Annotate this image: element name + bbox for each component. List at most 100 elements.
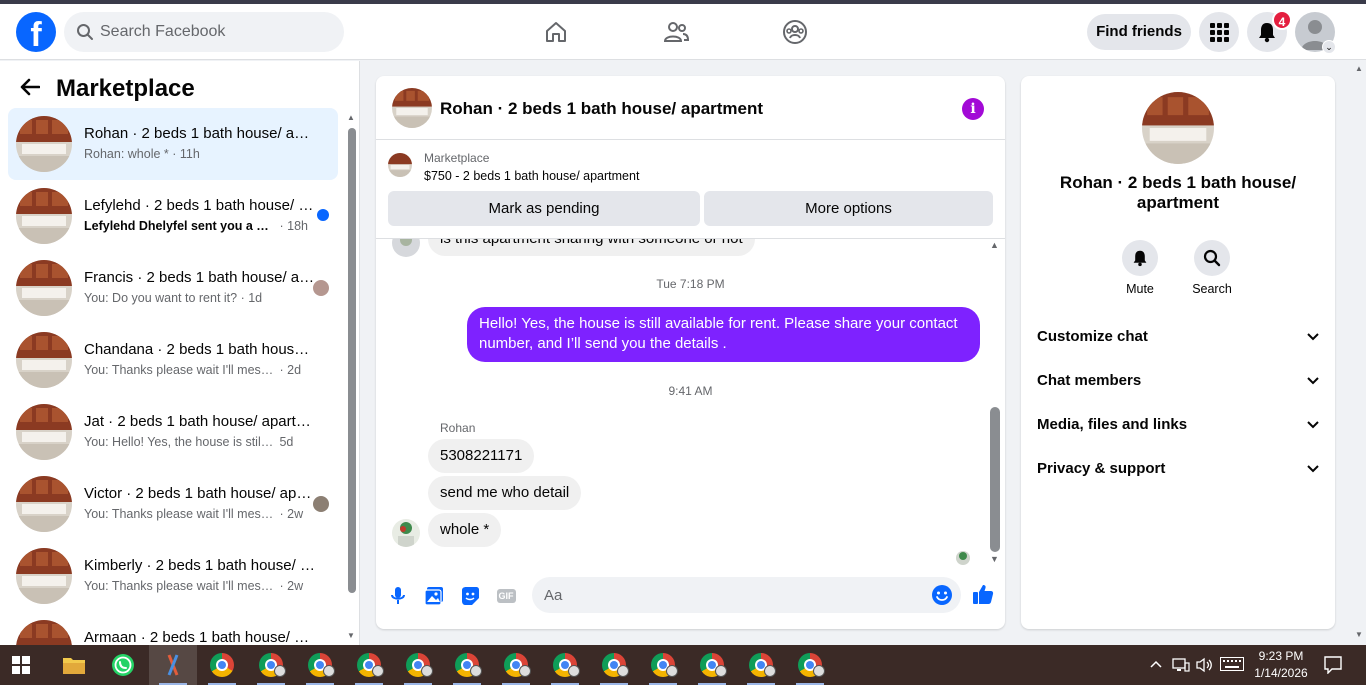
media-files-links-section[interactable]: Media, files and links: [1037, 409, 1319, 441]
incoming-message[interactable]: is this apartment sharing with someone o…: [428, 239, 755, 256]
mark-as-pending-button[interactable]: Mark as pending: [388, 191, 700, 226]
notification-center-icon[interactable]: [1324, 656, 1342, 685]
chrome-icon[interactable]: [639, 645, 687, 685]
conversation-preview: Lefylehd Dhelyfel sent you a message: [84, 219, 276, 233]
photo-icon[interactable]: [422, 584, 446, 608]
listing-thumbnail: [16, 260, 72, 316]
scroll-up-arrow-icon[interactable]: ▲: [347, 113, 355, 122]
emoji-icon[interactable]: [931, 584, 953, 611]
scroll-down-arrow-icon[interactable]: ▼: [990, 554, 999, 564]
info-icon[interactable]: i: [962, 98, 984, 120]
account-chevron-icon[interactable]: ⌄: [1322, 40, 1336, 54]
sticker-icon[interactable]: [458, 584, 482, 608]
conversation-item[interactable]: Jat · 2 beds 1 bath house/ apartment You…: [8, 396, 338, 468]
section-label: Privacy & support: [1037, 460, 1166, 477]
listing-thumbnail: [16, 188, 72, 244]
file-explorer-icon[interactable]: [50, 645, 98, 685]
scroll-up-arrow-icon[interactable]: ▲: [1355, 64, 1363, 73]
chrome-icon[interactable]: [296, 645, 344, 685]
clock-time: 9:23 PM: [1258, 649, 1304, 663]
scroll-down-arrow-icon[interactable]: ▼: [347, 631, 355, 640]
gif-label: GIF: [496, 589, 516, 603]
conversation-name: Jat · 2 beds 1 bath house/ apartment: [84, 413, 316, 430]
conversation-name: Lefylehd · 2 beds 1 bath house/ apartmen…: [84, 197, 316, 214]
network-icon[interactable]: [1172, 657, 1190, 685]
privacy-support-section[interactable]: Privacy & support: [1037, 453, 1319, 485]
menu-grid-button[interactable]: [1199, 12, 1239, 52]
conversation-time: · 18h: [279, 219, 308, 233]
chat-title[interactable]: Rohan · 2 beds 1 bath house/ apartment: [440, 99, 763, 119]
groups-icon[interactable]: [779, 16, 811, 48]
chrome-icon[interactable]: [590, 645, 638, 685]
facebook-logo[interactable]: f: [16, 12, 56, 52]
customize-chat-section[interactable]: Customize chat: [1037, 321, 1319, 353]
scroll-down-arrow-icon[interactable]: ▼: [1355, 630, 1363, 639]
message-input-box[interactable]: [532, 577, 961, 613]
volume-icon[interactable]: [1196, 657, 1214, 685]
incoming-message[interactable]: whole *: [428, 513, 502, 547]
chat-scrollbar[interactable]: [990, 407, 1000, 552]
microphone-icon[interactable]: [386, 584, 410, 608]
listing-price[interactable]: $750 - 2 beds 1 bath house/ apartment: [424, 169, 639, 183]
chrome-icon[interactable]: [247, 645, 295, 685]
incoming-message[interactable]: 5308221171: [428, 439, 535, 473]
sender-avatar[interactable]: [392, 519, 420, 547]
keyboard-icon[interactable]: [1220, 657, 1244, 685]
taskbar-clock[interactable]: 9:23 PM 1/14/2026: [1246, 648, 1316, 682]
incoming-message[interactable]: send me who detail: [428, 476, 582, 510]
snipping-tool-icon[interactable]: [149, 645, 197, 685]
chevron-down-icon: [1307, 365, 1319, 397]
conversation-item[interactable]: Lefylehd · 2 beds 1 bath house/ apartmen…: [8, 180, 338, 252]
chrome-icon[interactable]: [394, 645, 442, 685]
chevron-down-icon: [1307, 453, 1319, 485]
sidebar-scrollbar[interactable]: [348, 128, 356, 593]
more-options-button[interactable]: More options: [704, 191, 993, 226]
back-arrow-icon[interactable]: [20, 77, 41, 101]
home-icon[interactable]: [540, 16, 572, 48]
conversation-name: Francis · 2 beds 1 bath house/ apartment: [84, 269, 316, 286]
chrome-icon[interactable]: [688, 645, 736, 685]
chrome-icon[interactable]: [198, 645, 246, 685]
chrome-icon[interactable]: [786, 645, 834, 685]
chrome-icon[interactable]: [345, 645, 393, 685]
show-hidden-icons-chevron-icon[interactable]: [1150, 657, 1162, 685]
bell-icon: [1133, 250, 1147, 267]
scroll-up-arrow-icon[interactable]: ▲: [990, 240, 999, 250]
search-input[interactable]: [100, 12, 330, 52]
conversation-item[interactable]: Armaan · 2 beds 1 bath house/ apartment: [8, 612, 338, 645]
mute-button[interactable]: Mute: [1110, 240, 1170, 296]
conversation-time: · 2w: [279, 579, 304, 593]
conversation-time: · 2d: [279, 363, 302, 377]
conversation-name: Rohan · 2 beds 1 bath house/ apartment: [84, 125, 316, 142]
conversation-item[interactable]: Chandana · 2 beds 1 bath house/ apartmen…: [8, 324, 338, 396]
chrome-icon[interactable]: [541, 645, 589, 685]
thumbs-up-icon[interactable]: [971, 582, 995, 606]
windows-start-icon[interactable]: [12, 656, 30, 679]
page-scrollbar[interactable]: ▲ ▼: [1352, 60, 1366, 645]
conversation-item[interactable]: Kimberly · 2 beds 1 bath house/ apartmen…: [8, 540, 338, 612]
conversation-name: Kimberly · 2 beds 1 bath house/ apartmen…: [84, 557, 316, 574]
search-bar[interactable]: [64, 12, 344, 52]
search-label: Search: [1192, 282, 1232, 296]
search-icon: [1203, 249, 1221, 267]
chrome-icon[interactable]: [443, 645, 491, 685]
whatsapp-icon[interactable]: [99, 645, 147, 685]
chat-members-section[interactable]: Chat members: [1037, 365, 1319, 397]
find-friends-button[interactable]: Find friends: [1087, 14, 1191, 50]
chat-header: Rohan · 2 beds 1 bath house/ apartment i: [376, 76, 1005, 140]
listing-photo[interactable]: [1142, 92, 1214, 164]
outgoing-message[interactable]: Hello! Yes, the house is still available…: [467, 307, 980, 362]
chat-avatar[interactable]: [392, 88, 432, 128]
gif-icon[interactable]: GIF: [494, 584, 518, 608]
friends-icon[interactable]: [660, 16, 692, 48]
conversation-item[interactable]: Victor · 2 beds 1 bath house/ apartment …: [8, 468, 338, 540]
listing-thumbnail: [16, 332, 72, 388]
conversation-item[interactable]: Francis · 2 beds 1 bath house/ apartment…: [8, 252, 338, 324]
listing-thumbnail[interactable]: [388, 153, 412, 177]
message-input[interactable]: [544, 577, 914, 613]
chrome-icon[interactable]: [737, 645, 785, 685]
search-in-conversation-button[interactable]: Search: [1182, 240, 1242, 296]
sender-avatar: [392, 239, 420, 257]
chrome-icon[interactable]: [492, 645, 540, 685]
conversation-item[interactable]: Rohan · 2 beds 1 bath house/ apartment R…: [8, 108, 338, 180]
